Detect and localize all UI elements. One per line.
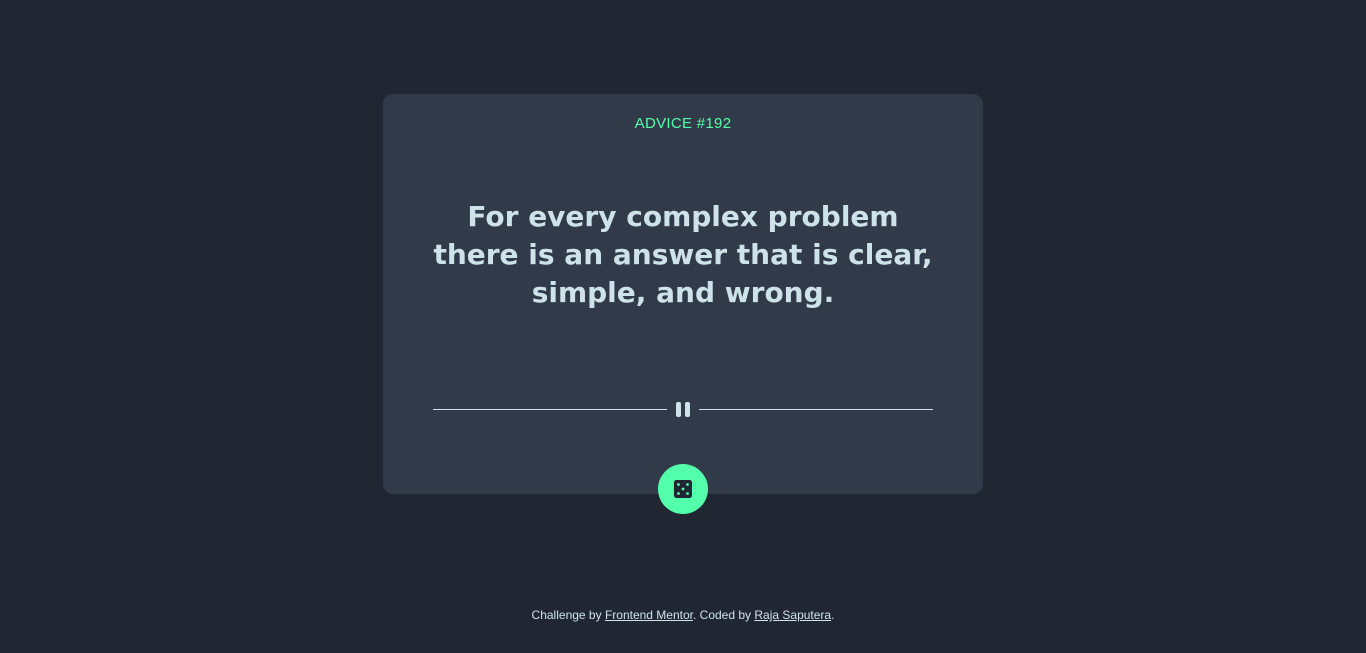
dice-icon [674, 480, 692, 498]
frontend-mentor-link[interactable]: Frontend Mentor [605, 608, 693, 622]
divider-line-left [433, 408, 667, 410]
pause-bar-right [685, 401, 690, 417]
attribution-footer: Challenge by Frontend Mentor. Coded by R… [0, 608, 1366, 622]
advice-id: ADVICE #192 [634, 115, 732, 132]
pause-bar-left [676, 401, 681, 417]
page: ADVICE #192 For every complex problem th… [0, 0, 1366, 653]
divider [433, 400, 933, 418]
new-advice-button[interactable] [658, 464, 708, 514]
advice-card: ADVICE #192 For every complex problem th… [383, 94, 983, 514]
advice-quote: For every complex problem there is an an… [433, 200, 933, 309]
pause-icon [667, 400, 699, 418]
divider-line-right [699, 408, 933, 410]
footer-prefix: Challenge by [531, 608, 605, 622]
footer-middle: . Coded by [693, 608, 755, 622]
author-link[interactable]: Raja Saputera [754, 608, 831, 622]
footer-suffix: . [831, 608, 835, 622]
